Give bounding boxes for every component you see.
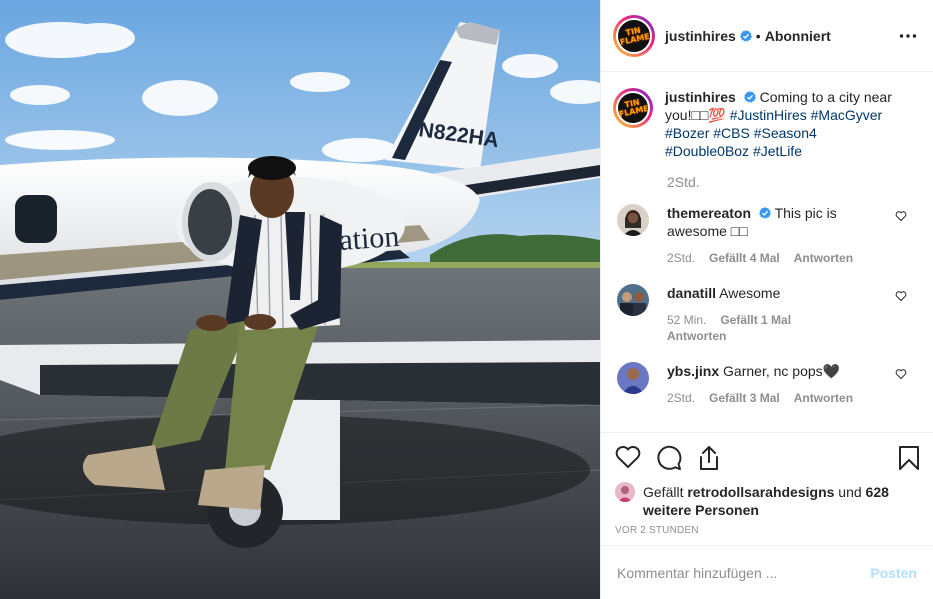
commenter-username[interactable]: themereaton — [667, 205, 751, 221]
post-header: TIN FLAME justinhires • Abonniert — [601, 0, 933, 72]
hashtag-link[interactable]: #JustinHires — [730, 107, 807, 123]
verified-badge-icon — [758, 207, 771, 219]
heart-icon[interactable] — [895, 368, 907, 380]
liker-username[interactable]: retrodollsarahdesigns — [687, 484, 834, 500]
verified-badge-icon — [739, 29, 752, 42]
comment-item: danatill Awesome 52 Min. Gefällt 1 Mal Ant… — [613, 284, 917, 344]
comment-text: Garner, nc pops🖤 — [723, 363, 841, 379]
comment-input[interactable] — [617, 564, 871, 581]
follow-state-button[interactable]: Abonniert — [765, 28, 831, 44]
liker-avatar[interactable] — [615, 482, 635, 502]
hashtag-link[interactable]: #Double0Boz — [665, 143, 749, 159]
commenter-username[interactable]: ybs.jinx — [667, 363, 719, 379]
hashtag-link[interactable]: #MacGyver — [811, 107, 883, 123]
hashtag-link[interactable]: #CBS — [713, 125, 750, 141]
reply-button[interactable]: Antworten — [794, 251, 853, 265]
heart-icon[interactable] — [615, 445, 641, 469]
comment-time[interactable]: 2Std. — [667, 251, 695, 265]
comments-list[interactable]: TIN FLAME justinhires Coming to a city ne… — [601, 72, 933, 432]
hashtag-link[interactable]: #Season4 — [754, 125, 817, 141]
jet-photo-illustration: N822HA ation — [0, 0, 600, 599]
caption-author-avatar[interactable]: TIN FLAME — [613, 88, 653, 128]
post-actions: Gefällt retrodollsarahdesigns und 628 we… — [601, 432, 933, 544]
comment-icon[interactable] — [656, 445, 682, 471]
header-separator: • — [755, 27, 761, 44]
comment-likes[interactable]: Gefällt 4 Mal — [709, 251, 780, 265]
heart-icon[interactable] — [895, 290, 907, 302]
likes-middle: und — [834, 484, 866, 500]
post-side-panel: TIN FLAME justinhires • Abonniert TIN FLAM… — [600, 0, 933, 599]
bookmark-icon[interactable] — [898, 445, 920, 471]
commenter-avatar[interactable] — [617, 204, 649, 236]
commenter-avatar[interactable] — [617, 284, 649, 316]
post-comment-button[interactable]: Posten — [870, 565, 917, 581]
add-comment-bar: Posten — [601, 545, 933, 599]
comment-item: themereaton This pic is awesome □□ 2Std.… — [613, 204, 917, 266]
hashtag-link[interactable]: #JetLife — [753, 143, 802, 159]
likes-prefix: Gefällt — [643, 484, 688, 500]
fuselage-brand-text: ation — [338, 220, 400, 257]
post-timestamp[interactable]: VOR 2 STUNDEN — [615, 525, 921, 536]
caption: TIN FLAME justinhires Coming to a city ne… — [613, 88, 917, 160]
commenter-avatar[interactable] — [617, 362, 649, 394]
post-photo[interactable]: N822HA ation — [0, 0, 600, 599]
heart-icon[interactable] — [895, 210, 907, 222]
share-icon[interactable] — [697, 445, 721, 471]
commenter-username[interactable]: danatill — [667, 285, 716, 301]
comment-likes[interactable]: Gefällt 3 Mal — [709, 391, 780, 405]
comment-likes[interactable]: Gefällt 1 Mal — [720, 313, 791, 327]
reply-button[interactable]: Antworten — [794, 391, 853, 405]
author-username[interactable]: justinhires — [665, 28, 736, 44]
comment-time[interactable]: 52 Min. — [667, 313, 706, 327]
avatar-logo-icon: TIN FLAME — [619, 25, 651, 47]
likes-summary: Gefällt retrodollsarahdesigns und 628 we… — [615, 482, 921, 519]
author-avatar[interactable]: TIN FLAME — [613, 14, 655, 57]
caption-username[interactable]: justinhires — [665, 89, 736, 105]
comment-item: ybs.jinx Garner, nc pops🖤 2Std. Gefällt 3… — [613, 362, 917, 406]
hashtag-link[interactable]: #Bozer — [665, 125, 709, 141]
more-options-icon[interactable] — [899, 27, 917, 45]
avatar-logo-icon: TIN FLAME — [618, 97, 650, 119]
verified-badge-icon — [743, 91, 756, 103]
reply-button[interactable]: Antworten — [667, 329, 726, 343]
caption-time[interactable]: 2Std. — [667, 174, 917, 190]
comment-text: Awesome — [719, 285, 781, 301]
comment-time[interactable]: 2Std. — [667, 391, 695, 405]
